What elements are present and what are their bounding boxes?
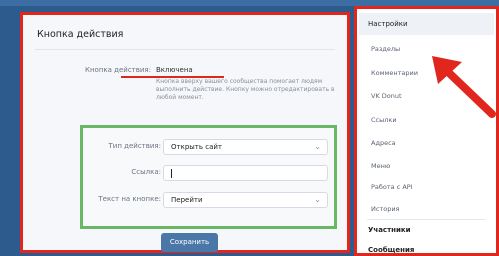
sidebar-item-messages[interactable]: Сообщения: [368, 246, 414, 254]
action-description: Кнопка вверху вашего сообщества помогает…: [156, 78, 335, 101]
chevron-down-icon: ⌄: [314, 142, 321, 151]
divider: [35, 49, 335, 50]
sidebar-item-vk-donut[interactable]: VK Donut: [371, 92, 402, 100]
type-label: Тип действия:: [108, 142, 162, 150]
action-label: Кнопка действия:: [84, 66, 151, 74]
sidebar-item-history[interactable]: История: [371, 205, 399, 213]
divider: [367, 219, 486, 220]
button-text-select[interactable]: Перейти ⌄: [163, 192, 328, 208]
sidebar-settings-label: Настройки: [368, 20, 408, 28]
link-input[interactable]: [163, 165, 328, 181]
card-title: Кнопка действия: [37, 29, 124, 40]
text-cursor: [171, 168, 172, 178]
save-button[interactable]: Сохранить: [161, 233, 218, 252]
sidebar-item-settings[interactable]: Настройки: [359, 13, 494, 35]
sidebar-item-addresses[interactable]: Адреса: [371, 139, 396, 147]
sidebar-item-menu[interactable]: Меню: [371, 162, 390, 170]
settings-sidebar: Настройки Разделы Комментарии VK Donut С…: [354, 6, 499, 256]
red-arrow-icon: [432, 56, 496, 118]
action-button-card: Кнопка действия Кнопка действия: Включен…: [20, 12, 350, 253]
button-text-select-value: Перейти: [171, 196, 203, 204]
sidebar-item-api[interactable]: Работа с API: [371, 183, 413, 191]
action-status-value[interactable]: Включена: [156, 66, 193, 74]
chevron-down-icon: ⌄: [314, 195, 321, 204]
sidebar-item-links[interactable]: Ссылки: [371, 116, 397, 124]
action-settings-group: Тип действия: Открыть сайт ⌄ Ссылка: Тек…: [80, 125, 337, 229]
sidebar-item-comments[interactable]: Комментарии: [371, 69, 418, 77]
button-text-label: Текст на кнопке:: [98, 195, 161, 203]
type-select-value: Открыть сайт: [171, 143, 222, 151]
link-label: Ссылка:: [131, 168, 161, 176]
sidebar-item-sections[interactable]: Разделы: [371, 45, 400, 53]
type-select[interactable]: Открыть сайт ⌄: [163, 139, 328, 155]
sidebar-item-participants[interactable]: Участники: [368, 226, 411, 234]
